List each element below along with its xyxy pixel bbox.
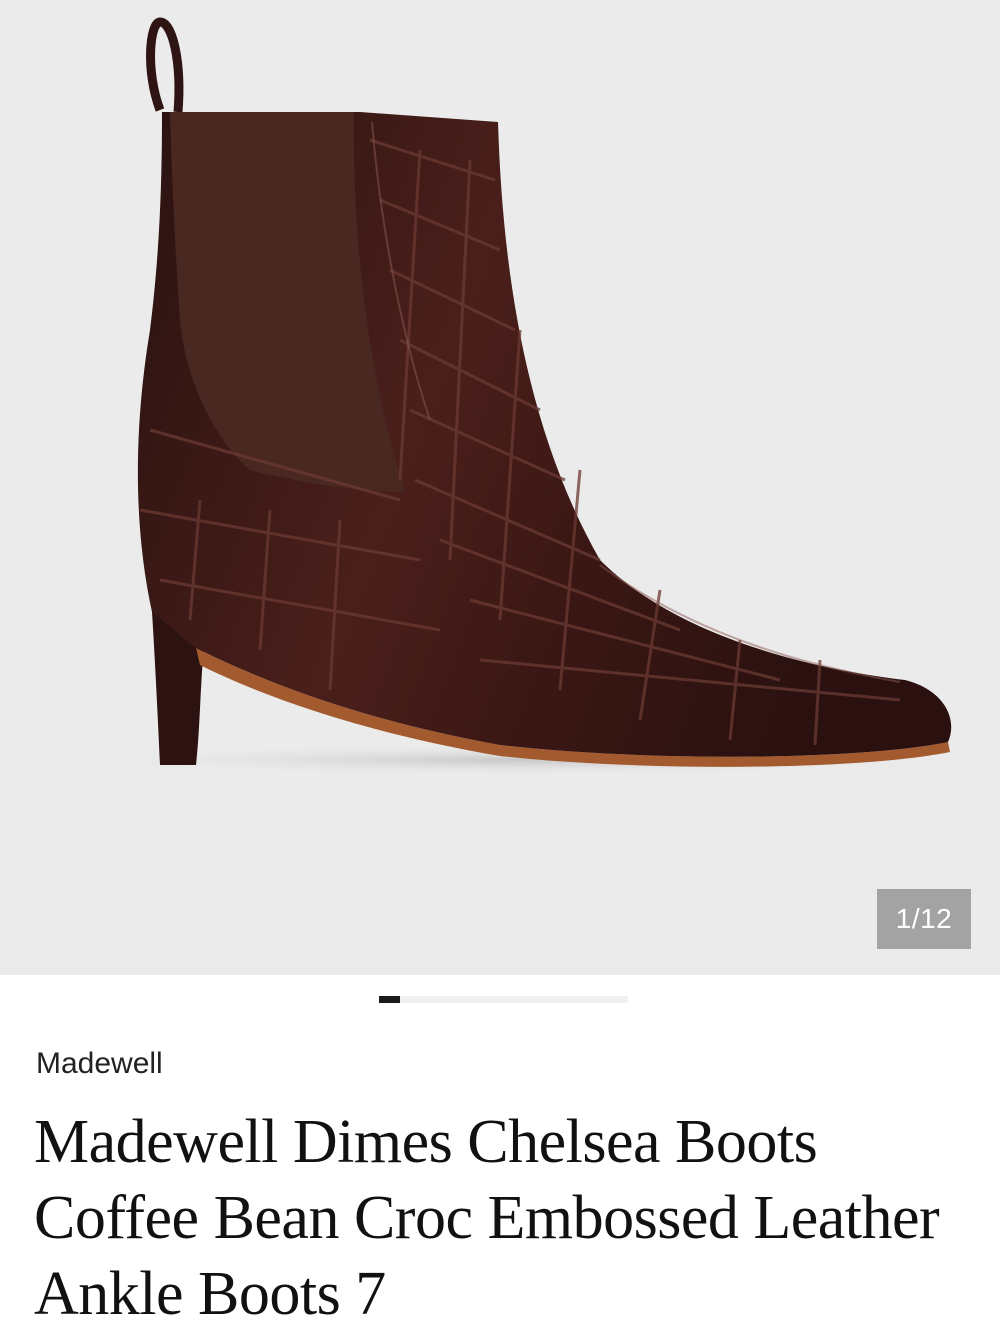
gallery-progress-indicator — [379, 996, 400, 1003]
gallery-progress-bar — [379, 996, 628, 1003]
product-title: Madewell Dimes Chelsea Boots Coffee Bean… — [34, 1108, 940, 1328]
product-image-gallery[interactable]: 1/12 — [0, 0, 1000, 975]
brand-name[interactable]: Madewell — [36, 1047, 163, 1081]
product-photo[interactable] — [0, 0, 1000, 975]
image-counter: 1/12 — [877, 889, 971, 949]
